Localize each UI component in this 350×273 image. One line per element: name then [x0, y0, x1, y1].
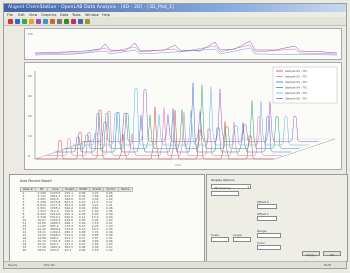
toolbar-button[interactable]	[57, 18, 62, 24]
properties-title: Display Options	[211, 178, 235, 182]
table-cell: 433.0	[49, 248, 59, 252]
overview-chromatogram-panel[interactable]: TIC	[24, 28, 342, 60]
menu-view[interactable]: View	[29, 13, 37, 17]
status-mid: Plot 3D	[44, 263, 55, 267]
toolbar-button[interactable]	[29, 18, 34, 24]
ok-button[interactable]: OK	[323, 251, 341, 257]
results-table-panel: Area Percent Report Peak # RT Area Height Wi…	[9, 174, 205, 262]
toolbar-button[interactable]	[50, 18, 55, 24]
angle-field[interactable]	[233, 237, 251, 242]
svg-text:0: 0	[28, 154, 30, 158]
table-row[interactable]: 20 18.02 433.0 92.4 0.06 1.16 1.02	[21, 249, 133, 252]
menu-data[interactable]: Data	[60, 13, 68, 17]
peak-table: Peak # RT Area Height Width Area% Symm. Name 12…	[20, 187, 133, 252]
toolbar-button[interactable]	[85, 18, 90, 24]
svg-text:10: 10	[28, 134, 32, 138]
3d-plot-panel[interactable]: 60 40 20 10 0 min Sample 01 - TIC Sample …	[24, 62, 342, 170]
legend-entry: Sample 03 - TIC	[285, 80, 307, 84]
toolbar-button[interactable]	[8, 18, 13, 24]
menu-tools[interactable]: Tools	[72, 13, 81, 17]
toolbar-button[interactable]	[15, 18, 20, 24]
table-cell: 1.16	[91, 248, 99, 252]
title-bar: Aligent ChemStation - OpenLAB Data Analy…	[4, 4, 346, 12]
table-cell: 18.02	[37, 248, 46, 252]
toolbar-button[interactable]	[36, 18, 41, 24]
svg-text:60: 60	[28, 74, 32, 78]
menu-help[interactable]: Help	[102, 13, 110, 17]
toolbar	[4, 17, 346, 26]
svg-text:40: 40	[28, 94, 32, 98]
menu-edit[interactable]: Edit	[18, 13, 25, 17]
x-axis-label: min	[175, 163, 181, 167]
window-title: Aligent ChemStation - OpenLAB Data Analy…	[8, 5, 175, 10]
legend-entry: Sample 06 - TIC	[285, 97, 307, 101]
toolbar-button[interactable]	[43, 18, 48, 24]
table-cell	[119, 249, 132, 252]
application-window: Aligent ChemStation - OpenLAB Data Analy…	[3, 3, 348, 269]
range-field[interactable]	[257, 233, 281, 238]
3d-overlay-plot: 60 40 20 10 0 min Sample 01 - TICSample …	[28, 66, 338, 167]
menu-file[interactable]: File	[7, 13, 13, 17]
svg-text:20: 20	[28, 114, 32, 118]
legend-entry: Sample 05 - TIC	[285, 91, 307, 95]
legend-entry: Sample 04 - TIC	[285, 86, 307, 90]
overview-label: TIC	[27, 32, 33, 36]
overview-chromatogram: TIC	[27, 32, 338, 56]
table-cell: 92.4	[64, 248, 72, 252]
properties-panel: Display Options 3D Overlay ▾ Offset X Of…	[206, 174, 348, 262]
status-right: NUM	[324, 263, 332, 267]
offset-y-field[interactable]	[257, 216, 277, 221]
toolbar-button[interactable]	[22, 18, 27, 24]
menu-window[interactable]: Window	[85, 13, 99, 17]
table-caption: Area Percent Report	[20, 179, 52, 183]
menu-graphics[interactable]: Graphics	[41, 13, 56, 17]
legend-entry: Sample 01 - TIC	[285, 69, 307, 73]
table-cell: 0.06	[78, 248, 86, 252]
toolbar-button[interactable]	[64, 18, 69, 24]
display-mode-select[interactable]: 3D Overlay ▾	[211, 184, 251, 190]
table-cell: 20	[22, 248, 27, 252]
offset-x-field[interactable]	[257, 204, 277, 209]
legend-entry: Sample 02 - TIC	[285, 75, 307, 79]
apply-button[interactable]: Apply	[302, 251, 320, 257]
legend: Sample 01 - TIC Sample 02 - TICSample 03 …	[272, 66, 338, 104]
scale-field[interactable]	[211, 237, 229, 242]
toolbar-button[interactable]	[71, 18, 76, 24]
toolbar-button[interactable]	[78, 18, 83, 24]
option-field-1[interactable]	[211, 191, 239, 196]
status-bar: Ready Plot 3D NUM	[4, 261, 346, 268]
table-cell: 1.02	[105, 248, 113, 252]
color-field[interactable]	[257, 245, 281, 250]
chevron-down-icon: ▾	[247, 185, 249, 189]
status-left: Ready	[8, 263, 18, 267]
